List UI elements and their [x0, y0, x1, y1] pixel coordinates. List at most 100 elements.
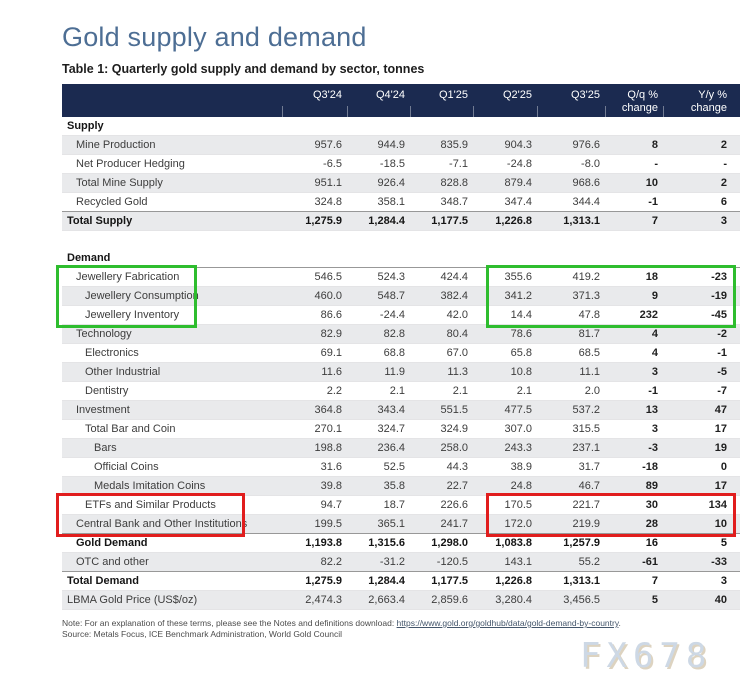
col-header-q4-24: Q4'24: [347, 84, 410, 117]
cell-mine-production-yy-change: 2: [663, 136, 740, 155]
cell-electronics-q4-24: 68.8: [347, 343, 410, 362]
cell-total-demand-yy-change: 3: [663, 571, 740, 590]
table-row-recycled-gold: Recycled Gold324.8358.1348.7347.4344.4-1…: [62, 193, 740, 212]
row-label-supply: Supply: [62, 117, 282, 136]
cell-lbma-gold-price-us-oz-q1-25: 2,859.6: [410, 590, 473, 609]
cell-investment-qq-change: 13: [605, 400, 663, 419]
row-label-etfs-and-similar-products: ETFs and Similar Products: [62, 495, 282, 514]
cell-medals-imitation-coins-q4-24: 35.8: [347, 476, 410, 495]
cell-mine-production-q4-24: 944.9: [347, 136, 410, 155]
cell-technology-q3-24: 82.9: [282, 324, 347, 343]
cell-jewellery-consumption-q4-24: 548.7: [347, 286, 410, 305]
cell-other-industrial-q2-25: 10.8: [473, 362, 537, 381]
cell-mine-production-q1-25: 835.9: [410, 136, 473, 155]
cell-demand-q2-25: [473, 249, 537, 268]
cell-total-demand-q3-25: 1,313.1: [537, 571, 605, 590]
cell-jewellery-fabrication-q2-25: 355.6: [473, 267, 537, 286]
cell-etfs-and-similar-products-qq-change: 30: [605, 495, 663, 514]
note-link[interactable]: https://www.gold.org/goldhub/data/gold-d…: [397, 618, 619, 628]
cell-otc-and-other-q3-25: 55.2: [537, 552, 605, 571]
table-row-electronics: Electronics69.168.867.065.868.54-1: [62, 343, 740, 362]
cell-central-bank-and-other-institutions-q1-25: 241.7: [410, 514, 473, 533]
cell-medals-imitation-coins-q3-25: 46.7: [537, 476, 605, 495]
cell-official-coins-q4-24: 52.5: [347, 457, 410, 476]
cell-recycled-gold-yy-change: 6: [663, 193, 740, 212]
row-label-jewellery-fabrication: Jewellery Fabrication: [62, 267, 282, 286]
cell-medals-imitation-coins-qq-change: 89: [605, 476, 663, 495]
cell-technology-qq-change: 4: [605, 324, 663, 343]
cell-total-mine-supply-q3-24: 951.1: [282, 174, 347, 193]
cell-lbma-gold-price-us-oz-yy-change: 40: [663, 590, 740, 609]
cell-mine-production-q3-25: 976.6: [537, 136, 605, 155]
cell-investment-q1-25: 551.5: [410, 400, 473, 419]
cell-demand-yy-change: [663, 249, 740, 268]
cell-lbma-gold-price-us-oz-qq-change: 5: [605, 590, 663, 609]
cell-jewellery-consumption-q2-25: 341.2: [473, 286, 537, 305]
cell-total-demand-q2-25: 1,226.8: [473, 571, 537, 590]
table-row-mine-production: Mine Production957.6944.9835.9904.3976.6…: [62, 136, 740, 155]
cell-jewellery-inventory-q3-24: 86.6: [282, 305, 347, 324]
cell-total-supply-q3-24: 1,275.9: [282, 212, 347, 231]
cell-net-producer-hedging-q4-24: -18.5: [347, 155, 410, 174]
row-label-recycled-gold: Recycled Gold: [62, 193, 282, 212]
cell-otc-and-other-yy-change: -33: [663, 552, 740, 571]
cell-jewellery-consumption-yy-change: -19: [663, 286, 740, 305]
cell-total-mine-supply-qq-change: 10: [605, 174, 663, 193]
watermark-fx678: FX678: [580, 636, 712, 676]
cell-jewellery-consumption-q1-25: 382.4: [410, 286, 473, 305]
cell-jewellery-inventory-qq-change: 232: [605, 305, 663, 324]
row-label-net-producer-hedging: Net Producer Hedging: [62, 155, 282, 174]
cell-recycled-gold-q4-24: 358.1: [347, 193, 410, 212]
cell-lbma-gold-price-us-oz-q4-24: 2,663.4: [347, 590, 410, 609]
cell-demand-q4-24: [347, 249, 410, 268]
table-row-jewellery-fabrication: Jewellery Fabrication546.5524.3424.4355.…: [62, 267, 740, 286]
cell-net-producer-hedging-yy-change: -: [663, 155, 740, 174]
cell-total-mine-supply-q4-24: 926.4: [347, 174, 410, 193]
row-label-gold-demand: Gold Demand: [62, 533, 282, 552]
cell-demand-qq-change: [605, 249, 663, 268]
cell-etfs-and-similar-products-q4-24: 18.7: [347, 495, 410, 514]
cell-total-bar-and-coin-yy-change: 17: [663, 419, 740, 438]
cell-central-bank-and-other-institutions-qq-change: 28: [605, 514, 663, 533]
cell-dentistry-q4-24: 2.1: [347, 381, 410, 400]
cell-etfs-and-similar-products-q1-25: 226.6: [410, 495, 473, 514]
cell-lbma-gold-price-us-oz-q3-24: 2,474.3: [282, 590, 347, 609]
cell-supply-q4-24: [347, 117, 410, 136]
cell-gold-demand-q4-24: 1,315.6: [347, 533, 410, 552]
cell-demand-q3-25: [537, 249, 605, 268]
row-label-demand: Demand: [62, 249, 282, 268]
cell-jewellery-fabrication-q1-25: 424.4: [410, 267, 473, 286]
row-label-central-bank-and-other-institutions: Central Bank and Other Institutions: [62, 514, 282, 533]
table-row-net-producer-hedging: Net Producer Hedging-6.5-18.5-7.1-24.8-8…: [62, 155, 740, 174]
table-caption: Table 1: Quarterly gold supply and deman…: [62, 62, 424, 76]
cell-technology-q4-24: 82.8: [347, 324, 410, 343]
cell-supply-qq-change: [605, 117, 663, 136]
table-row-otc-and-other: OTC and other82.2-31.2-120.5143.155.2-61…: [62, 552, 740, 571]
cell-other-industrial-q4-24: 11.9: [347, 362, 410, 381]
row-label-total-demand: Total Demand: [62, 571, 282, 590]
supply-demand-table: Q3'24Q4'24Q1'25Q2'25Q3'25Q/q %changeY/y …: [62, 84, 740, 610]
table-row-gold-demand: Gold Demand1,193.81,315.61,298.01,083.81…: [62, 533, 740, 552]
cell-official-coins-q3-24: 31.6: [282, 457, 347, 476]
cell-otc-and-other-q3-24: 82.2: [282, 552, 347, 571]
cell-technology-q1-25: 80.4: [410, 324, 473, 343]
col-header-q3-24: Q3'24: [282, 84, 347, 117]
cell-jewellery-inventory-q1-25: 42.0: [410, 305, 473, 324]
cell-central-bank-and-other-institutions-yy-change: 10: [663, 514, 740, 533]
cell-gold-demand-q1-25: 1,298.0: [410, 533, 473, 552]
cell-dentistry-qq-change: -1: [605, 381, 663, 400]
cell-dentistry-q1-25: 2.1: [410, 381, 473, 400]
spacer-row: [62, 231, 740, 249]
cell-jewellery-fabrication-q3-25: 419.2: [537, 267, 605, 286]
cell-supply-q3-25: [537, 117, 605, 136]
cell-bars-q1-25: 258.0: [410, 438, 473, 457]
table-row-official-coins: Official Coins31.652.544.338.931.7-180: [62, 457, 740, 476]
cell-official-coins-q1-25: 44.3: [410, 457, 473, 476]
cell-investment-q2-25: 477.5: [473, 400, 537, 419]
cell-total-bar-and-coin-q4-24: 324.7: [347, 419, 410, 438]
row-label-other-industrial: Other Industrial: [62, 362, 282, 381]
cell-recycled-gold-qq-change: -1: [605, 193, 663, 212]
cell-total-mine-supply-yy-change: 2: [663, 174, 740, 193]
cell-central-bank-and-other-institutions-q4-24: 365.1: [347, 514, 410, 533]
cell-investment-q3-25: 537.2: [537, 400, 605, 419]
